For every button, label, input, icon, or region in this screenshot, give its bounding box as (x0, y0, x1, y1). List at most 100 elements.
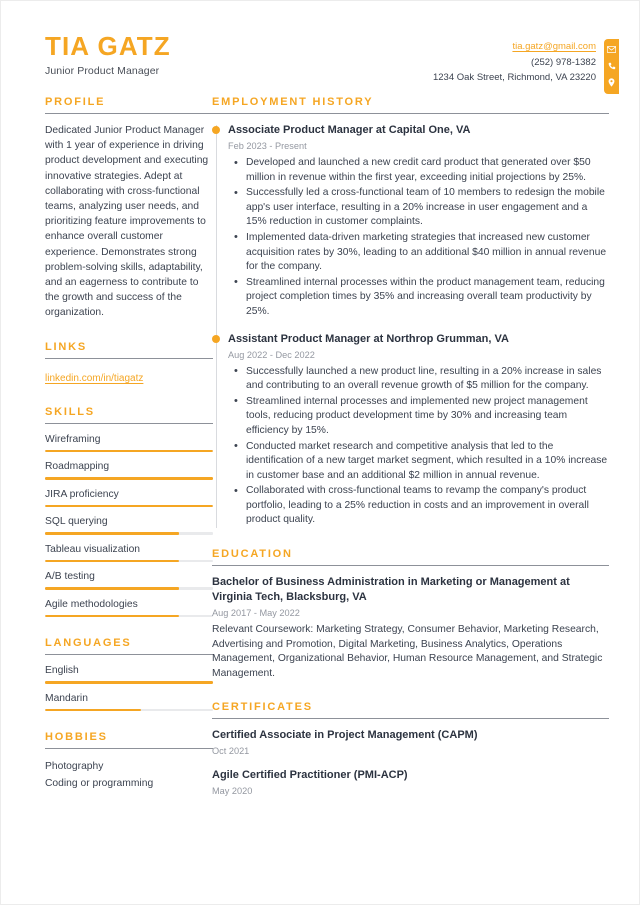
skill-bar-track (45, 477, 213, 480)
candidate-job-title: Junior Product Manager (45, 65, 160, 78)
section-education: EDUCATION Bachelor of Business Administr… (212, 548, 609, 681)
candidate-name: TIA GATZ (45, 31, 171, 61)
language-bar-track (45, 708, 213, 712)
skill-bar-track (45, 614, 213, 618)
education-entry: Bachelor of Business Administration in M… (212, 575, 609, 681)
skill-label: Roadmapping (45, 461, 110, 473)
section-skills: SKILLS Wireframing Roadmapping JIRA prof… (45, 406, 213, 618)
section-heading-skills: SKILLS (45, 406, 213, 424)
contact-address: 1234 Oak Street, Richmond, VA 23220 (432, 72, 596, 83)
contact-lines: tia.gatz@gmail.com (252) 978-1382 1234 O… (433, 39, 604, 86)
languages-list: English Mandarin (45, 664, 213, 712)
hobby-item: Photography (45, 761, 104, 773)
skill-bar-track (45, 559, 213, 563)
phone-icon (604, 59, 619, 74)
section-hobbies: HOBBIES Photography Coding or programmin… (45, 731, 213, 792)
location-pin-icon (604, 75, 619, 90)
section-heading-hobbies: HOBBIES (45, 731, 213, 750)
skill-bar-track (45, 504, 213, 508)
contact-phone: (252) 978-1382 (531, 56, 596, 68)
skill-bar-track (45, 532, 213, 535)
job-title: Assistant Product Manager at Northrop Gr… (228, 332, 509, 345)
skill-bar-fill (45, 477, 213, 480)
section-heading-certificates: CERTIFICATES (212, 701, 609, 720)
skill-label: SQL querying (45, 516, 108, 528)
job-bullet: Conducted market research and competitiv… (234, 439, 609, 484)
skill-bar-fill (45, 449, 213, 453)
education-description: Relevant Coursework: Marketing Strategy,… (212, 624, 603, 679)
main-column: EMPLOYMENT HISTORY Associate Product Man… (212, 96, 639, 818)
language-bar-track (45, 681, 213, 684)
certificate-entry: Agile Certified Practitioner (PMI-ACP) M… (212, 768, 609, 798)
hobbies-list: Photography Coding or programming (45, 758, 206, 792)
job-bullets: Developed and launched a new credit card… (228, 155, 609, 320)
skill-label: A/B testing (45, 571, 95, 583)
skill-bar-track (45, 587, 213, 590)
education-title: Bachelor of Business Administration in M… (212, 576, 570, 604)
section-heading-employment: EMPLOYMENT HISTORY (212, 96, 609, 114)
section-profile: PROFILE Dedicated Junior Product Manager… (45, 96, 213, 321)
language-item: Mandarin (45, 692, 213, 712)
section-languages: LANGUAGES English Mandarin (45, 637, 213, 712)
resume-page: TIA GATZ Junior Product Manager tia.gatz… (0, 0, 640, 905)
skill-bar-fill (45, 504, 213, 508)
timeline-dot-icon (212, 334, 220, 343)
skill-label: Wireframing (45, 433, 101, 445)
certificate-title: Certified Associate in Project Managemen… (212, 729, 478, 742)
contact-email[interactable]: tia.gatz@gmail.com (433, 39, 596, 55)
skill-label: Tableau visualization (45, 543, 141, 555)
job-bullet: Successfully led a cross-functional team… (234, 186, 609, 230)
job-bullet: Streamlined internal processes and imple… (234, 394, 609, 439)
language-label: English (45, 665, 79, 677)
certificate-date: May 2020 (212, 786, 253, 797)
skill-item: Tableau visualization (45, 543, 213, 563)
skill-item: SQL querying (45, 515, 213, 535)
language-bar-fill (45, 708, 141, 712)
job-bullet: Collaborated with cross-functional teams… (234, 484, 609, 528)
section-certificates: CERTIFICATES Certified Associate in Proj… (212, 701, 609, 798)
section-heading-education: EDUCATION (212, 548, 609, 567)
skill-item: Wireframing (45, 433, 213, 453)
section-heading-links: LINKS (45, 341, 213, 359)
certificate-title: Agile Certified Practitioner (PMI-ACP) (212, 769, 408, 782)
skill-item: Agile methodologies (45, 598, 213, 618)
job-bullet: Implemented data-driven marketing strate… (234, 230, 609, 275)
sidebar: PROFILE Dedicated Junior Product Manager… (1, 96, 213, 812)
section-heading-languages: LANGUAGES (45, 637, 213, 656)
job-entry: Assistant Product Manager at Northrop Gr… (212, 332, 609, 529)
hobby-item: Coding or programming (45, 778, 154, 790)
contact-icon-strip (604, 39, 619, 94)
skill-item: A/B testing (45, 570, 213, 590)
employment-timeline: Associate Product Manager at Capital One… (212, 123, 609, 529)
job-entry: Associate Product Manager at Capital One… (212, 123, 609, 320)
skill-bar-fill (45, 587, 180, 590)
job-dates: Feb 2023 - Present (228, 141, 307, 151)
job-bullet: Streamlined internal processes within th… (234, 275, 609, 320)
skill-bar-fill (45, 614, 180, 618)
link-item[interactable]: linkedin.com/in/tiagatz (45, 371, 143, 386)
language-item: English (45, 664, 213, 684)
skill-item: Roadmapping (45, 460, 213, 480)
certificate-entry: Certified Associate in Project Managemen… (212, 728, 609, 758)
resume-columns: PROFILE Dedicated Junior Product Manager… (1, 96, 639, 818)
name-block: TIA GATZ Junior Product Manager (45, 31, 171, 78)
resume-header: TIA GATZ Junior Product Manager tia.gatz… (1, 1, 639, 96)
timeline-dot-icon (212, 126, 220, 134)
contact-block: tia.gatz@gmail.com (252) 978-1382 1234 O… (433, 39, 619, 94)
skills-list: Wireframing Roadmapping JIRA proficiency… (45, 433, 213, 618)
envelope-icon (604, 42, 619, 57)
links-list: linkedin.com/in/tiagatz (45, 368, 206, 386)
job-title: Associate Product Manager at Capital One… (228, 124, 471, 136)
skill-bar-fill (45, 532, 180, 535)
job-dates: Aug 2022 - Dec 2022 (228, 349, 315, 360)
skill-bar-fill (45, 559, 180, 563)
skill-label: JIRA proficiency (45, 488, 119, 500)
job-bullets: Successfully launched a new product line… (228, 364, 609, 529)
education-dates: Aug 2017 - May 2022 (212, 608, 300, 619)
language-label: Mandarin (45, 692, 88, 704)
section-heading-profile: PROFILE (45, 96, 213, 114)
language-bar-fill (45, 681, 213, 684)
skill-item: JIRA proficiency (45, 488, 213, 508)
skill-label: Agile methodologies (45, 598, 138, 610)
job-bullet: Successfully launched a new product line… (234, 364, 609, 394)
